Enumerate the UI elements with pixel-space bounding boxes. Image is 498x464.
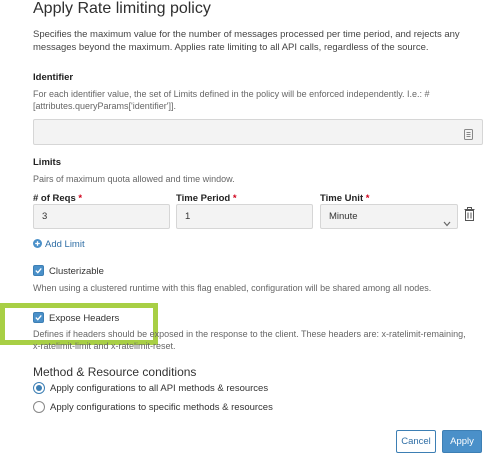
expose-headers-label: Expose Headers [49,313,120,324]
unit-select[interactable]: Minute [320,204,458,229]
identifier-input[interactable] [33,119,483,145]
chevron-down-icon [443,214,451,232]
clusterizable-label: Clusterizable [49,266,104,277]
clusterizable-checkbox[interactable] [33,265,44,276]
reqs-column-header: # of Reqs * [33,193,83,204]
check-icon [35,314,42,321]
delete-limit-trash-icon[interactable] [464,207,475,226]
radio-specific-methods-label: Apply configurations to specific methods… [50,402,273,413]
radio-all-methods[interactable] [33,382,45,394]
check-icon [35,267,42,274]
period-column-header: Time Period * [176,193,237,204]
reqs-input[interactable]: 3 [33,204,170,229]
unit-column-header: Time Unit * [320,193,370,204]
radio-all-methods-label: Apply configurations to all API methods … [50,383,269,394]
expose-headers-description: Defines if headers should be exposed in … [33,329,466,351]
add-limit-link[interactable]: Add Limit [33,235,85,253]
expression-editor-icon[interactable] [464,127,473,145]
policy-description: Specifies the maximum value for the numb… [33,29,460,53]
clusterizable-description: When using a clustered runtime with this… [33,283,432,293]
limits-description: Pairs of maximum quota allowed and time … [33,174,235,184]
radio-specific-methods[interactable] [33,401,45,413]
identifier-label: Identifier [33,72,74,83]
plus-circle-icon [33,235,42,253]
cancel-button[interactable]: Cancel [396,430,436,453]
page-title: Apply Rate limiting policy [33,0,211,17]
period-input[interactable]: 1 [176,204,313,229]
limits-label: Limits [33,157,61,168]
method-conditions-heading: Method & Resource conditions [33,365,197,379]
identifier-description: For each identifier value, the set of Li… [33,89,430,111]
expose-headers-checkbox[interactable] [33,312,44,323]
apply-button[interactable]: Apply [442,430,482,453]
